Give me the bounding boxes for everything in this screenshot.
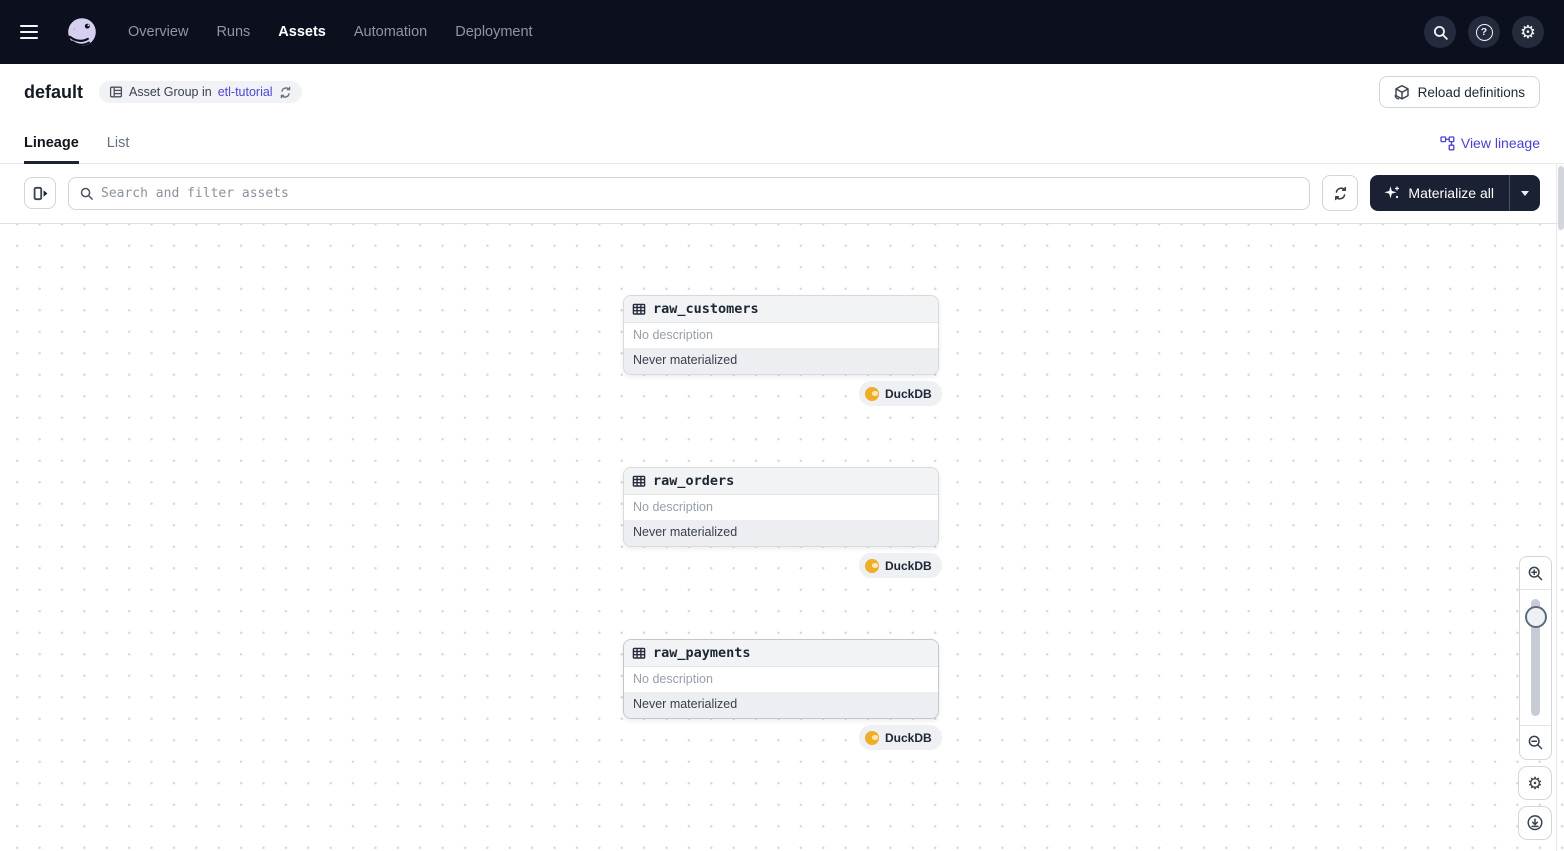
asset-group-label: Asset Group in <box>129 85 212 99</box>
asset-node-raw-orders[interactable]: raw_orders No description Never material… <box>623 467 939 547</box>
page-title: default <box>24 82 83 103</box>
materialize-all-button[interactable]: Materialize all <box>1370 175 1508 211</box>
code-location-reload-icon <box>1394 84 1410 101</box>
materialize-all-split-button: Materialize all <box>1370 175 1540 211</box>
asset-status: Never materialized <box>624 520 938 546</box>
kind-badge-duckdb[interactable]: DuckDB <box>859 725 942 750</box>
zoom-in-button[interactable] <box>1520 557 1551 590</box>
materialize-options-button[interactable] <box>1508 175 1540 211</box>
asset-name: raw_orders <box>653 473 734 489</box>
sync-icon[interactable] <box>279 86 292 99</box>
kind-badge-duckdb[interactable]: DuckDB <box>859 381 942 406</box>
reload-definitions-button[interactable]: Reload definitions <box>1379 76 1540 108</box>
asset-node-raw-payments[interactable]: raw_payments No description Never materi… <box>623 639 939 719</box>
search-input[interactable] <box>101 186 1299 201</box>
asset-description: No description <box>624 667 938 692</box>
duckdb-icon <box>865 387 879 401</box>
duckdb-icon <box>865 731 879 745</box>
download-icon <box>1526 814 1544 832</box>
help-icon: ? <box>1476 24 1493 41</box>
zoom-controls <box>1519 556 1552 760</box>
top-navbar: Overview Runs Assets Automation Deployme… <box>0 0 1564 64</box>
asset-status: Never materialized <box>624 348 938 374</box>
asset-status: Never materialized <box>624 692 938 718</box>
dagster-logo-icon[interactable] <box>64 14 100 50</box>
settings-button[interactable]: ⚙ <box>1512 16 1544 48</box>
main-nav: Overview Runs Assets Automation Deployme… <box>128 24 533 40</box>
scrollbar-track <box>1556 164 1557 851</box>
code-location-link[interactable]: etl-tutorial <box>218 85 273 99</box>
zoom-out-button[interactable] <box>1520 725 1551 759</box>
asset-search-box[interactable] <box>68 177 1310 210</box>
tabs-row: Lineage List View lineage <box>0 120 1564 164</box>
zoom-in-icon <box>1527 565 1544 582</box>
asset-name: raw_payments <box>653 645 751 661</box>
asset-description: No description <box>624 323 938 348</box>
page-header: default Asset Group in etl-tutorial Relo… <box>0 64 1564 120</box>
table-group-icon <box>109 85 123 99</box>
gear-icon: ⚙ <box>1527 775 1542 792</box>
graph-settings-button[interactable]: ⚙ <box>1518 766 1552 800</box>
view-lineage-link[interactable]: View lineage <box>1440 135 1540 163</box>
zoom-slider-handle[interactable] <box>1525 606 1547 628</box>
tab-lineage[interactable]: Lineage <box>24 135 79 163</box>
nav-item-assets[interactable]: Assets <box>278 24 326 40</box>
asset-description: No description <box>624 495 938 520</box>
duckdb-icon <box>865 559 879 573</box>
lineage-graph-icon <box>1440 136 1455 151</box>
table-icon <box>632 474 646 488</box>
table-icon <box>632 302 646 316</box>
search-icon <box>1432 24 1449 41</box>
nav-item-runs[interactable]: Runs <box>216 24 250 40</box>
asset-group-badge: Asset Group in etl-tutorial <box>99 81 302 103</box>
asset-name: raw_customers <box>653 301 759 317</box>
refresh-icon <box>1333 186 1348 201</box>
zoom-out-icon <box>1527 734 1544 751</box>
lineage-toolbar: Materialize all <box>0 164 1564 222</box>
toggle-sidebar-button[interactable] <box>24 177 56 209</box>
kind-badge-duckdb[interactable]: DuckDB <box>859 553 942 578</box>
hamburger-menu-icon[interactable] <box>20 18 48 46</box>
nav-item-deployment[interactable]: Deployment <box>455 24 532 40</box>
open-panel-icon <box>32 185 49 202</box>
nav-item-automation[interactable]: Automation <box>354 24 427 40</box>
asset-node-raw-customers[interactable]: raw_customers No description Never mater… <box>623 295 939 375</box>
chevron-down-icon <box>1521 191 1529 196</box>
zoom-slider[interactable] <box>1520 590 1551 725</box>
nav-item-overview[interactable]: Overview <box>128 24 188 40</box>
scrollbar-thumb[interactable] <box>1558 166 1564 230</box>
tab-list[interactable]: List <box>107 135 130 163</box>
lineage-canvas[interactable]: raw_customers No description Never mater… <box>0 223 1564 851</box>
table-icon <box>632 646 646 660</box>
sparkle-icon <box>1384 185 1400 201</box>
help-button[interactable]: ? <box>1468 16 1500 48</box>
refresh-button[interactable] <box>1322 175 1358 211</box>
search-icon <box>79 186 94 201</box>
search-button[interactable] <box>1424 16 1456 48</box>
download-view-button[interactable] <box>1518 806 1552 840</box>
gear-icon: ⚙ <box>1520 23 1536 41</box>
